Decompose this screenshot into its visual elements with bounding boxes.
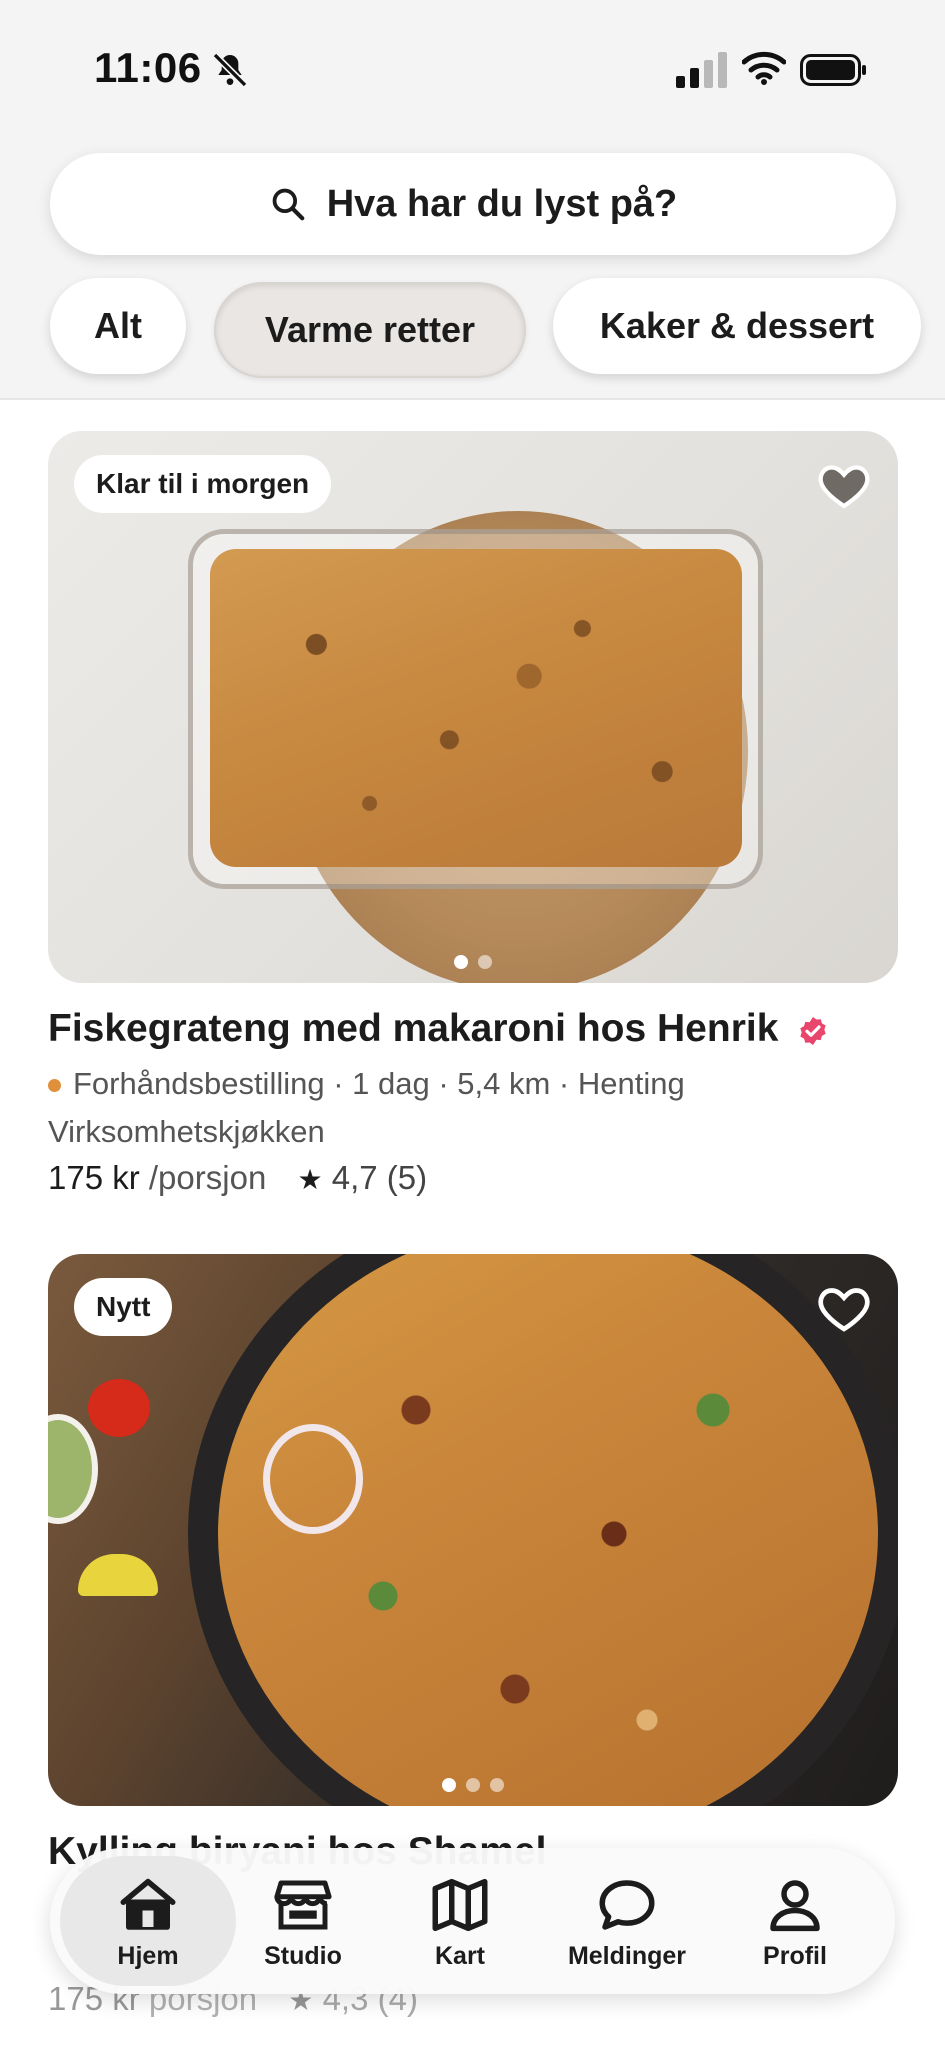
- map-icon: [432, 1878, 488, 1931]
- listing-meta-line1: Forhåndsbestilling · 1 dag · 5,4 km · He…: [73, 1066, 685, 1101]
- listing-title: Fiskegrateng med makaroni hos Henrik: [48, 1007, 779, 1050]
- nav-item-meldinger[interactable]: Meldinger: [547, 1848, 707, 1994]
- nav-item-kart[interactable]: Kart: [380, 1848, 540, 1994]
- image-pager: [48, 1778, 898, 1792]
- nav-label: Hjem: [117, 1941, 179, 1970]
- nav-label: Profil: [763, 1941, 827, 1970]
- nav-item-hjem[interactable]: Hjem: [60, 1856, 236, 1986]
- pager-dot: [478, 955, 492, 969]
- filter-chips: Alt Varme retter Kaker & dessert: [0, 278, 945, 378]
- pager-dot: [490, 1778, 504, 1792]
- nav-label: Kart: [434, 1941, 485, 1970]
- listing-price: 175 kr: [48, 1159, 140, 1196]
- signal-icon: [676, 52, 727, 88]
- nav-label: Studio: [264, 1941, 342, 1970]
- food-photo-onion: [263, 1424, 363, 1534]
- search-bar[interactable]: Hva har du lyst på?: [50, 153, 896, 255]
- status-time: 11:06: [94, 44, 202, 91]
- food-photo-lemon: [78, 1554, 158, 1596]
- listing-badge: Klar til i morgen: [74, 455, 332, 513]
- food-photo-gratin: [210, 549, 742, 867]
- chat-bubble-icon: [599, 1879, 655, 1930]
- nav-label: Meldinger: [567, 1941, 687, 1970]
- listing-meta-line2: Virksomhetskjøkken: [48, 1114, 325, 1149]
- heart-outline-icon[interactable]: [816, 1280, 872, 1336]
- status-dot: [48, 1079, 61, 1093]
- listing-meta: Forhåndsbestilling · 1 dag · 5,4 km · He…: [48, 1060, 908, 1156]
- battery-icon: [800, 54, 866, 86]
- listing-image[interactable]: Klar til i morgen: [48, 431, 898, 983]
- heart-icon[interactable]: [816, 457, 872, 513]
- home-icon: [120, 1878, 176, 1930]
- chip-kaker-dessert[interactable]: Kaker & dessert: [553, 278, 921, 374]
- pager-dot: [442, 1778, 456, 1792]
- bottom-nav: Hjem Studio Kart Meldinger Profil: [50, 1848, 895, 1994]
- pager-dot: [466, 1778, 480, 1792]
- storefront-icon: [274, 1880, 332, 1929]
- listing-rating: 4,7 (5): [331, 1159, 428, 1196]
- verified-badge-icon: [800, 1016, 826, 1045]
- search-placeholder: Hva har du lyst på?: [326, 182, 678, 225]
- listing-badge: Nytt: [74, 1278, 173, 1336]
- image-pager: [48, 955, 898, 969]
- star-icon: ★: [297, 1164, 323, 1195]
- search-icon: [272, 188, 305, 221]
- listing-price-row: 175 kr /porsjon ★ 4,7 (5): [48, 1159, 427, 1197]
- listing-title-row[interactable]: Fiskegrateng med makaroni hos Henrik: [48, 1007, 829, 1051]
- food-photo-bowl: [48, 1414, 98, 1524]
- person-icon: [770, 1879, 820, 1931]
- food-photo-tomato: [88, 1379, 150, 1437]
- chip-varme-retter[interactable]: Varme retter: [214, 282, 526, 378]
- nav-item-studio[interactable]: Studio: [223, 1848, 383, 1994]
- wifi-icon: [742, 51, 786, 85]
- listing-image[interactable]: Nytt: [48, 1254, 898, 1806]
- bell-slash-icon: [212, 52, 248, 88]
- pager-dot: [454, 955, 468, 969]
- header: 11:06 Hva har du lyst på? Alt Varme rett…: [0, 0, 945, 400]
- nav-item-profil[interactable]: Profil: [715, 1848, 875, 1994]
- listing-price-unit: /porsjon: [148, 1159, 267, 1196]
- chip-alt[interactable]: Alt: [50, 278, 186, 374]
